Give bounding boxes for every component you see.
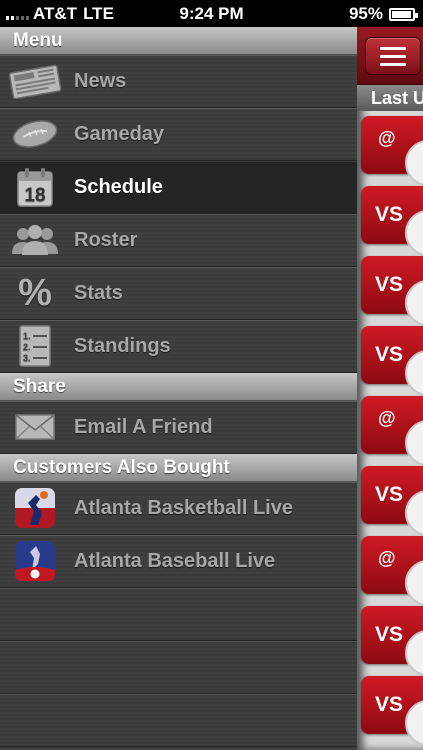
game-tile[interactable]: VS [361,186,423,256]
team-logo-icon [405,560,423,606]
menu-item-label: Standings [74,334,171,357]
calendar-day-text: 18 [24,185,45,206]
game-row[interactable]: @ [357,111,423,186]
game-row[interactable]: VS [357,181,423,256]
side-menu: Menu News Gameday 18 Schedule Roster % S… [0,27,357,750]
menu-section-header: Menu [0,27,357,55]
game-tile[interactable]: VS [361,326,423,396]
schedule-subheader: Last U [357,85,423,111]
empty-menu-row [0,694,357,747]
battery-icon [389,7,418,21]
empty-menu-row [0,641,357,694]
game-type-label: @ [378,408,396,428]
list-icon: 1. 2. 3. [4,320,66,373]
game-row[interactable]: VS [357,321,423,396]
team-logo-icon [405,700,423,746]
hamburger-line [380,46,406,50]
game-tile[interactable]: @ [361,116,423,186]
menu-item-standings[interactable]: 1. 2. 3. Standings [0,320,357,373]
game-row[interactable]: VS [357,461,423,536]
menu-item-label: Stats [74,281,123,304]
game-type-label: VS [375,693,404,716]
game-row[interactable]: @ [357,391,423,466]
baseball-app-icon [4,535,66,588]
team-logo-icon [405,140,423,186]
hamburger-line [380,62,406,66]
game-type-label: VS [375,483,404,506]
game-tile[interactable]: @ [361,536,423,606]
svg-text:2.: 2. [23,342,31,352]
game-type-label: VS [375,273,404,296]
menu-item-atlanta-basketball-live[interactable]: Atlanta Basketball Live [0,482,357,535]
menu-item-label: Roster [74,228,138,251]
menu-item-gameday[interactable]: Gameday [0,108,357,161]
game-row[interactable]: VS [357,251,423,326]
team-logo-icon [405,490,423,536]
game-row[interactable]: VS [357,671,423,746]
newspaper-icon [4,55,66,108]
schedule-content-panel: Last U @ VS VS VS @ VS @ VS VS [357,27,423,750]
status-bar: AT&T LTE 9:24 PM 95% [0,0,423,27]
team-logo-icon [405,210,423,256]
menu-item-label: Gameday [74,122,165,145]
hamburger-line [380,54,406,58]
game-row[interactable]: @ [357,531,423,606]
game-type-label: VS [375,623,404,646]
game-tile[interactable]: VS [361,606,423,676]
basketball-app-icon [4,482,66,535]
empty-menu-row [0,588,357,641]
menu-item-label: News [74,69,127,92]
also-bought-section-header: Customers Also Bought [0,454,357,482]
team-logo-icon [405,630,423,676]
menu-item-email-a-friend[interactable]: Email A Friend [0,401,357,454]
people-icon [4,214,66,267]
share-section-header: Share [0,373,357,401]
menu-item-label: Atlanta Basketball Live [74,496,293,519]
menu-item-label: Schedule [74,175,163,198]
game-tile[interactable]: VS [361,466,423,536]
game-tile[interactable]: @ [361,396,423,466]
game-type-label: @ [378,548,396,568]
team-logo-icon [405,350,423,396]
battery-percent: 95% [348,4,383,23]
menu-item-news[interactable]: News [0,55,357,108]
game-type-label: VS [375,203,404,226]
game-tile[interactable]: VS [361,676,423,746]
team-logo-icon [405,280,423,326]
game-row[interactable]: VS [357,601,423,676]
status-right: 95% [348,4,418,24]
menu-item-label: Email A Friend [74,415,213,438]
menu-item-label: Atlanta Baseball Live [74,549,276,572]
menu-item-roster[interactable]: Roster [0,214,357,267]
svg-text:3.: 3. [23,353,31,363]
game-tile[interactable]: VS [361,256,423,326]
football-icon [4,108,66,161]
games-list: @ VS VS VS @ VS @ VS VS [357,111,423,746]
menu-item-atlanta-baseball-live[interactable]: Atlanta Baseball Live [0,535,357,588]
envelope-icon [4,401,66,454]
team-logo-icon [405,420,423,466]
game-type-label: VS [375,343,404,366]
calendar-icon: 18 [4,161,66,214]
menu-item-stats[interactable]: % Stats [0,267,357,320]
menu-item-schedule[interactable]: 18 Schedule [0,161,357,214]
menu-toggle-button[interactable] [365,37,421,75]
svg-text:1.: 1. [23,331,31,341]
game-type-label: @ [378,128,396,148]
percent-icon: % [18,271,52,314]
